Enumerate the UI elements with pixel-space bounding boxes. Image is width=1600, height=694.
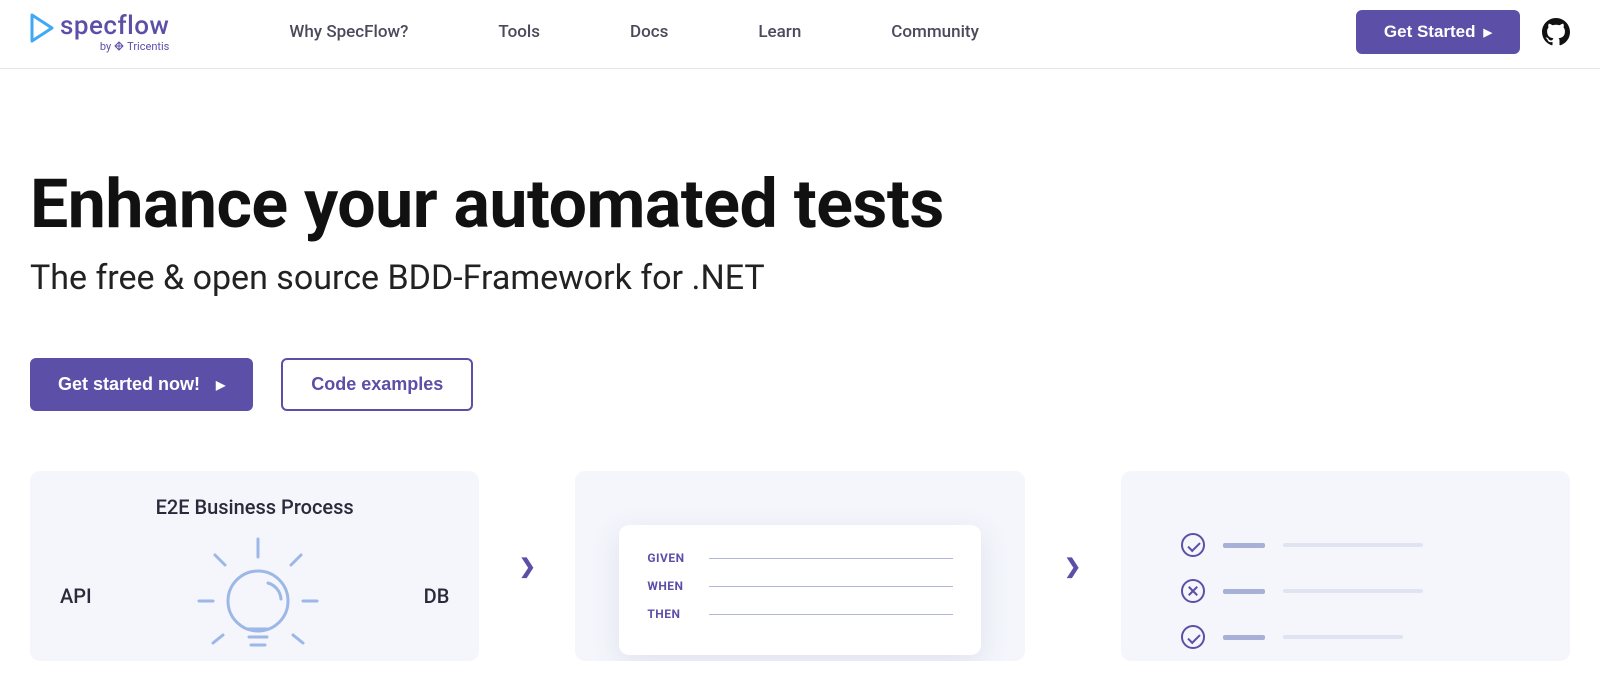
card-results <box>1121 471 1570 661</box>
play-icon: ▶ <box>216 378 225 392</box>
card1-left-label: API <box>60 584 92 608</box>
logo-text: specflow <box>60 13 169 39</box>
gherkin-row-then: THEN <box>647 607 952 621</box>
nav-why-specflow[interactable]: Why SpecFlow? <box>289 22 408 42</box>
placeholder-bar <box>1283 543 1423 547</box>
placeholder-bar <box>1223 589 1265 594</box>
placeholder-bar <box>1223 635 1265 640</box>
nav-docs[interactable]: Docs <box>630 22 668 42</box>
placeholder-bar <box>1283 589 1423 593</box>
chevron-right-icon: ❯ <box>1063 471 1083 661</box>
hero-subtitle: The free & open source BDD-Framework for… <box>30 258 1570 298</box>
placeholder-line <box>709 558 952 559</box>
gherkin-keyword: THEN <box>647 607 691 621</box>
card-e2e-process: E2E Business Process API DB <box>30 471 479 661</box>
placeholder-bar <box>1283 635 1403 639</box>
play-icon: ▶ <box>1484 26 1492 39</box>
process-cards: E2E Business Process API DB ❯ <box>0 471 1600 661</box>
gherkin-keyword: WHEN <box>647 579 691 593</box>
hero: Enhance your automated tests The free & … <box>0 69 1600 471</box>
nav-community[interactable]: Community <box>891 22 979 42</box>
hero-title: Enhance your automated tests <box>30 169 1570 240</box>
result-row <box>1181 533 1530 557</box>
lightbulb-icon <box>193 531 323 661</box>
main-nav: Why SpecFlow? Tools Docs Learn Community <box>289 22 1356 42</box>
placeholder-bar <box>1223 543 1265 548</box>
gherkin-box: GIVEN WHEN THEN <box>619 525 980 655</box>
logo-byline: by Tricentis <box>100 41 170 52</box>
hero-get-started-button[interactable]: Get started now! ▶ <box>30 358 253 411</box>
card1-title: E2E Business Process <box>50 495 459 519</box>
placeholder-line <box>709 586 952 587</box>
github-icon[interactable] <box>1542 18 1570 46</box>
gherkin-row-given: GIVEN <box>647 551 952 565</box>
nav-learn[interactable]: Learn <box>758 22 801 42</box>
placeholder-line <box>709 614 952 615</box>
logo[interactable]: specflow by Tricentis <box>30 13 169 52</box>
gherkin-keyword: GIVEN <box>647 551 691 565</box>
chevron-right-icon: ❯ <box>517 471 537 661</box>
play-triangle-icon <box>30 13 54 43</box>
result-row <box>1181 625 1530 649</box>
result-row <box>1181 579 1530 603</box>
check-circle-icon <box>1181 625 1205 649</box>
card-gherkin: GIVEN WHEN THEN <box>575 471 1024 661</box>
site-header: specflow by Tricentis Why SpecFlow? Tool… <box>0 0 1600 69</box>
get-started-button[interactable]: Get Started ▶ <box>1356 10 1520 54</box>
x-circle-icon <box>1181 579 1205 603</box>
gherkin-row-when: WHEN <box>647 579 952 593</box>
nav-tools[interactable]: Tools <box>498 22 540 42</box>
card1-right-label: DB <box>424 584 450 608</box>
get-started-label: Get Started <box>1384 22 1476 42</box>
code-examples-button[interactable]: Code examples <box>281 358 473 411</box>
tricentis-mark-icon <box>114 41 124 51</box>
hero-get-started-label: Get started now! <box>58 374 200 395</box>
check-circle-icon <box>1181 533 1205 557</box>
